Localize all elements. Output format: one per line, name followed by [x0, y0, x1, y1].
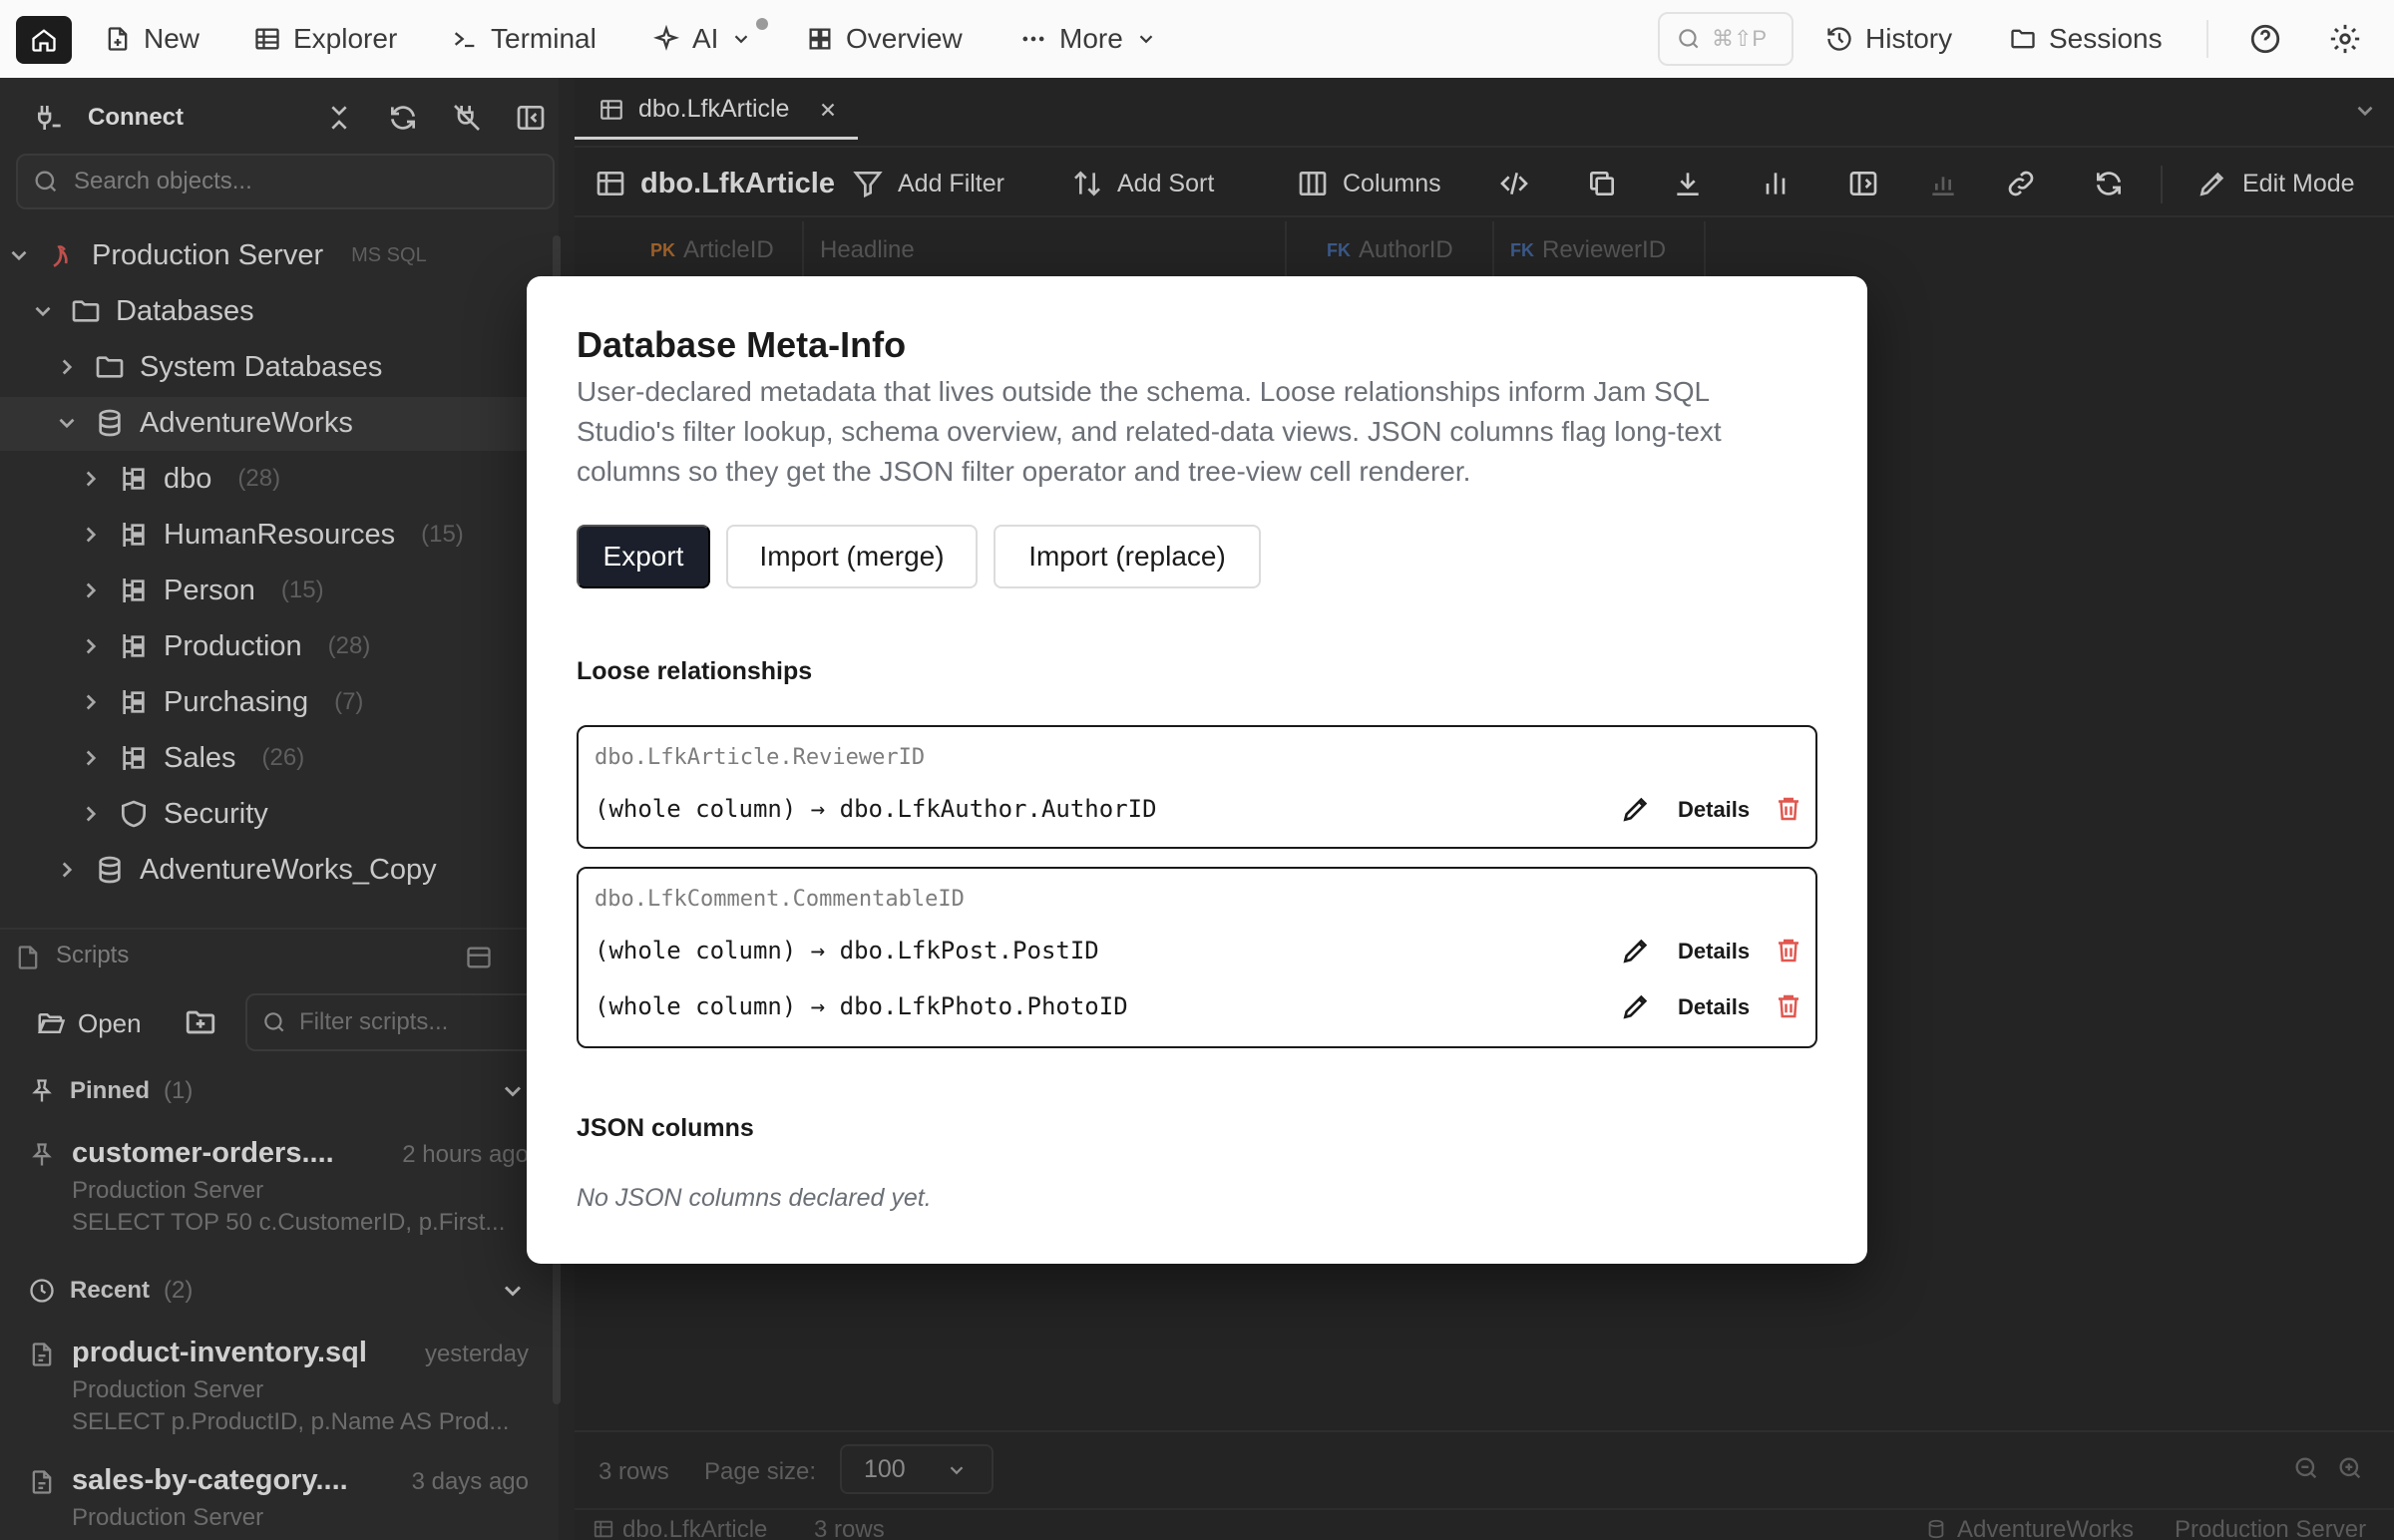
relationship-scope: (whole column) — [595, 992, 797, 1020]
relationship-scope: (whole column) — [595, 937, 797, 964]
relationship-target: dbo.LfkPhoto.PhotoID — [839, 992, 1128, 1020]
relationship-arrow: → — [810, 992, 826, 1020]
import-merge-button[interactable]: Import (merge) — [726, 525, 978, 588]
dialog-title: Database Meta-Info — [577, 324, 907, 365]
relationship-scope: (whole column) — [595, 795, 797, 823]
relationship-target-row: (whole column) → dbo.LfkAuthor.AuthorID … — [595, 789, 1801, 829]
meta-info-dialog: Database Meta-Info User-declared metadat… — [527, 276, 1867, 1264]
pencil-icon[interactable] — [1620, 793, 1652, 825]
trash-icon[interactable] — [1774, 990, 1803, 1022]
relationship-source: dbo.LfkComment.CommentableID — [595, 887, 965, 912]
relationship-card: dbo.LfkArticle.ReviewerID (whole column)… — [577, 725, 1817, 849]
trash-icon[interactable] — [1774, 935, 1803, 966]
trash-icon[interactable] — [1774, 793, 1803, 825]
relationship-arrow: → — [810, 937, 826, 964]
relationship-source: dbo.LfkArticle.ReviewerID — [595, 745, 926, 770]
relationship-card: dbo.LfkComment.CommentableID (whole colu… — [577, 867, 1817, 1048]
dialog-description: User-declared metadata that lives outsid… — [577, 376, 1722, 487]
details-button[interactable]: Details — [1678, 797, 1750, 823]
relationship-target: dbo.LfkAuthor.AuthorID — [839, 795, 1157, 823]
import-replace-button[interactable]: Import (replace) — [994, 525, 1261, 588]
relationship-target-row: (whole column) → dbo.LfkPhoto.PhotoID De… — [595, 986, 1801, 1026]
loose-relationships-heading: Loose relationships — [577, 657, 813, 685]
relationship-target-row: (whole column) → dbo.LfkPost.PostID Deta… — [595, 931, 1801, 970]
details-button[interactable]: Details — [1678, 939, 1750, 964]
pencil-icon[interactable] — [1620, 935, 1652, 966]
details-button[interactable]: Details — [1678, 994, 1750, 1020]
relationship-arrow: → — [810, 795, 826, 823]
pencil-icon[interactable] — [1620, 990, 1652, 1022]
relationship-mapping: (whole column) → dbo.LfkAuthor.AuthorID — [595, 795, 1157, 823]
relationship-mapping: (whole column) → dbo.LfkPost.PostID — [595, 937, 1099, 964]
export-button[interactable]: Export — [577, 525, 710, 588]
relationship-target: dbo.LfkPost.PostID — [839, 937, 1099, 964]
relationship-mapping: (whole column) → dbo.LfkPhoto.PhotoID — [595, 992, 1128, 1020]
json-columns-heading: JSON columns — [577, 1114, 754, 1142]
json-columns-empty: No JSON columns declared yet. — [577, 1184, 932, 1212]
